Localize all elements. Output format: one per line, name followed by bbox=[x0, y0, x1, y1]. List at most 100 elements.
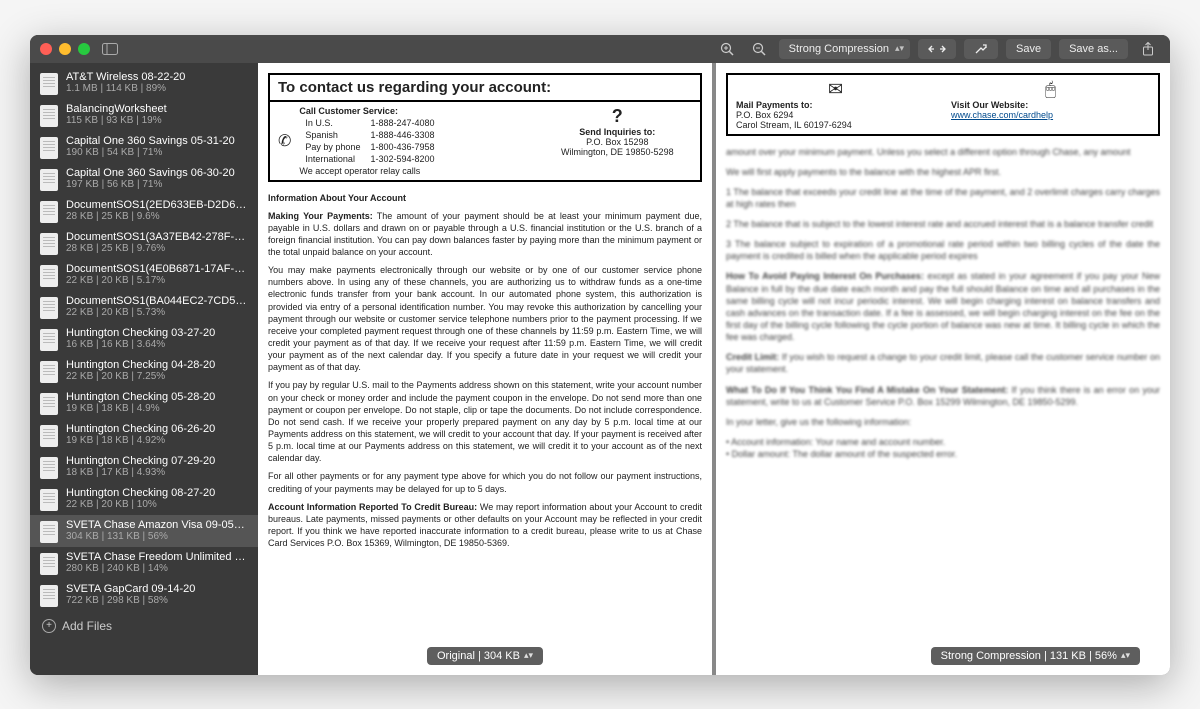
mouse-icon: 🖱 bbox=[951, 79, 1150, 100]
file-name: BalancingWorksheet bbox=[66, 103, 248, 115]
compression-mode-label: Strong Compression bbox=[789, 43, 889, 55]
file-meta: 18 KB | 17 KB | 4.93% bbox=[66, 467, 248, 478]
file-name: DocumentSOS1(4E0B6871-17AF-4B... bbox=[66, 263, 248, 275]
save-as-button[interactable]: Save as... bbox=[1059, 39, 1128, 59]
document-icon bbox=[40, 297, 58, 319]
file-item[interactable]: Huntington Checking 06-26-20 19 KB | 18 … bbox=[30, 419, 258, 451]
zoom-window-button[interactable] bbox=[78, 43, 90, 55]
file-meta: 28 KB | 25 KB | 9.76% bbox=[66, 243, 248, 254]
website-link[interactable]: www.chase.com/cardhelp bbox=[951, 110, 1053, 120]
file-name: Huntington Checking 07-29-20 bbox=[66, 455, 248, 467]
chevron-updown-icon: ▴▾ bbox=[1121, 650, 1130, 661]
file-name: Huntington Checking 03-27-20 bbox=[66, 327, 248, 339]
file-item[interactable]: Huntington Checking 05-28-20 19 KB | 18 … bbox=[30, 387, 258, 419]
file-meta: 22 KB | 20 KB | 10% bbox=[66, 499, 248, 510]
file-item[interactable]: DocumentSOS1(3A37EB42-278F-47... 28 KB |… bbox=[30, 227, 258, 259]
document-icon bbox=[40, 201, 58, 223]
file-meta: 28 KB | 25 KB | 9.6% bbox=[66, 211, 248, 222]
file-item[interactable]: DocumentSOS1(4E0B6871-17AF-4B... 22 KB |… bbox=[30, 259, 258, 291]
file-meta: 304 KB | 131 KB | 56% bbox=[66, 531, 248, 542]
document-icon bbox=[40, 105, 58, 127]
file-meta: 1.1 MB | 114 KB | 89% bbox=[66, 83, 248, 94]
original-pane: To contact us regarding your account: ✆ … bbox=[258, 63, 712, 675]
file-item[interactable]: Capital One 360 Savings 05-31-20 190 KB … bbox=[30, 131, 258, 163]
website-heading: Visit Our Website: bbox=[951, 100, 1150, 110]
file-name: Huntington Checking 08-27-20 bbox=[66, 487, 248, 499]
document-icon bbox=[40, 489, 58, 511]
zoom-out-icon[interactable] bbox=[747, 39, 771, 59]
file-name: SVETA GapCard 09-14-20 bbox=[66, 583, 248, 595]
file-meta: 190 KB | 54 KB | 71% bbox=[66, 147, 248, 158]
file-item[interactable]: DocumentSOS1(2ED633EB-D2D6-4... 28 KB | … bbox=[30, 195, 258, 227]
contact-title: To contact us regarding your account: bbox=[270, 75, 700, 102]
save-button[interactable]: Save bbox=[1006, 39, 1051, 59]
file-meta: 22 KB | 20 KB | 5.73% bbox=[66, 307, 248, 318]
file-name: AT&T Wireless 08-22-20 bbox=[66, 71, 248, 83]
file-name: DocumentSOS1(2ED633EB-D2D6-4... bbox=[66, 199, 248, 211]
document-icon bbox=[40, 457, 58, 479]
document-icon bbox=[40, 521, 58, 543]
file-list-sidebar[interactable]: AT&T Wireless 08-22-20 1.1 MB | 114 KB |… bbox=[30, 63, 258, 675]
add-files-button[interactable]: +Add Files bbox=[30, 611, 258, 641]
file-meta: 197 KB | 56 KB | 71% bbox=[66, 179, 248, 190]
file-meta: 19 KB | 18 KB | 4.92% bbox=[66, 435, 248, 446]
file-meta: 19 KB | 18 KB | 4.9% bbox=[66, 403, 248, 414]
close-window-button[interactable] bbox=[40, 43, 52, 55]
file-item[interactable]: DocumentSOS1(BA044EC2-7CD5-4... 22 KB | … bbox=[30, 291, 258, 323]
document-icon bbox=[40, 393, 58, 415]
file-name: DocumentSOS1(BA044EC2-7CD5-4... bbox=[66, 295, 248, 307]
file-item[interactable]: Huntington Checking 08-27-20 22 KB | 20 … bbox=[30, 483, 258, 515]
file-item[interactable]: Huntington Checking 04-28-20 22 KB | 20 … bbox=[30, 355, 258, 387]
document-icon bbox=[40, 137, 58, 159]
file-item[interactable]: SVETA Chase Freedom Unlimited 09-... 280… bbox=[30, 547, 258, 579]
document-icon bbox=[40, 585, 58, 607]
contact-box: To contact us regarding your account: ✆ … bbox=[268, 73, 702, 182]
phone-icon: ✆ bbox=[278, 131, 291, 151]
file-name: Huntington Checking 06-26-20 bbox=[66, 423, 248, 435]
file-item[interactable]: Huntington Checking 03-27-20 16 KB | 16 … bbox=[30, 323, 258, 355]
document-icon bbox=[40, 553, 58, 575]
minimize-window-button[interactable] bbox=[59, 43, 71, 55]
file-name: Capital One 360 Savings 05-31-20 bbox=[66, 135, 248, 147]
file-name: SVETA Chase Freedom Unlimited 09-... bbox=[66, 551, 248, 563]
document-icon bbox=[40, 361, 58, 383]
compressed-size-badge[interactable]: Strong Compression | 131 KB | 56% ▴▾ bbox=[931, 647, 1140, 665]
sidebar-toggle-icon[interactable] bbox=[98, 39, 122, 59]
document-icon bbox=[40, 329, 58, 351]
file-meta: 722 KB | 298 KB | 58% bbox=[66, 595, 248, 606]
question-icon: ? bbox=[543, 106, 692, 127]
file-item[interactable]: SVETA Chase Amazon Visa 09-05-20 304 KB … bbox=[30, 515, 258, 547]
zoom-in-icon[interactable] bbox=[715, 39, 739, 59]
settings-button[interactable] bbox=[964, 39, 998, 59]
inquiries-heading: Send Inquiries to: bbox=[543, 127, 692, 137]
original-size-badge[interactable]: Original | 304 KB ▴▾ bbox=[427, 647, 543, 665]
chevron-updown-icon: ▴▾ bbox=[524, 650, 533, 661]
compare-toggle-button[interactable] bbox=[918, 39, 956, 59]
contact-box: ✉ Mail Payments to: P.O. Box 6294 Carol … bbox=[726, 73, 1160, 136]
file-item[interactable]: Huntington Checking 07-29-20 18 KB | 17 … bbox=[30, 451, 258, 483]
file-name: Huntington Checking 05-28-20 bbox=[66, 391, 248, 403]
file-meta: 22 KB | 20 KB | 5.17% bbox=[66, 275, 248, 286]
call-service-heading: Call Customer Service: bbox=[299, 106, 440, 116]
file-item[interactable]: BalancingWorksheet 115 KB | 93 KB | 19% bbox=[30, 99, 258, 131]
mail-heading: Mail Payments to: bbox=[736, 100, 935, 110]
mail-icon: ✉ bbox=[736, 79, 935, 100]
document-icon bbox=[40, 265, 58, 287]
file-meta: 22 KB | 20 KB | 7.25% bbox=[66, 371, 248, 382]
file-name: Huntington Checking 04-28-20 bbox=[66, 359, 248, 371]
file-meta: 280 KB | 240 KB | 14% bbox=[66, 563, 248, 574]
compressed-body-preview: amount over your minimum payment. Unless… bbox=[726, 146, 1160, 461]
file-name: DocumentSOS1(3A37EB42-278F-47... bbox=[66, 231, 248, 243]
document-icon bbox=[40, 425, 58, 447]
chevron-updown-icon: ▴▾ bbox=[895, 43, 904, 54]
compressed-pane: ✉ Mail Payments to: P.O. Box 6294 Carol … bbox=[712, 63, 1170, 675]
file-item[interactable]: AT&T Wireless 08-22-20 1.1 MB | 114 KB |… bbox=[30, 67, 258, 99]
file-item[interactable]: SVETA GapCard 09-14-20 722 KB | 298 KB |… bbox=[30, 579, 258, 611]
file-item[interactable]: Capital One 360 Savings 06-30-20 197 KB … bbox=[30, 163, 258, 195]
relay-note: We accept operator relay calls bbox=[299, 166, 440, 176]
document-icon bbox=[40, 169, 58, 191]
share-icon[interactable] bbox=[1136, 39, 1160, 59]
compression-mode-select[interactable]: Strong Compression ▴▾ bbox=[779, 39, 910, 59]
phone-table: In U.S.1-888-247-4080 Spanish1-888-446-3… bbox=[299, 116, 440, 166]
app-window: Strong Compression ▴▾ Save Save as... AT… bbox=[30, 35, 1170, 675]
